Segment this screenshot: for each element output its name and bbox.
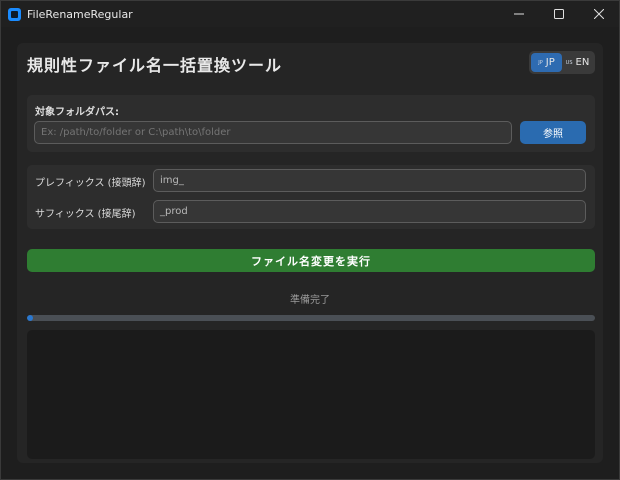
jp-flag-icon: JP: [538, 59, 543, 66]
maximize-icon: [554, 9, 564, 19]
prefix-input[interactable]: img_: [153, 169, 586, 192]
minimize-icon: [514, 13, 524, 15]
log-output[interactable]: [27, 330, 595, 459]
status-text: 準備完了: [290, 295, 330, 306]
app-window: FileRenameRegular 規則性ファイル名一括置換ツール JP JP …: [0, 0, 620, 480]
language-option-en[interactable]: US EN: [562, 53, 593, 72]
maximize-button[interactable]: [539, 1, 579, 27]
suffix-input[interactable]: _prod: [153, 200, 586, 223]
window-controls: [499, 1, 619, 27]
run-rename-button[interactable]: ファイル名変更を実行: [27, 249, 595, 272]
prefix-label: プレフィックス (接頭辞): [35, 178, 146, 189]
close-icon: [594, 9, 604, 19]
prefix-value: img_: [160, 175, 184, 186]
us-flag-icon: US: [565, 59, 573, 66]
app-icon: [8, 7, 21, 21]
suffix-value: _prod: [160, 206, 188, 217]
close-button[interactable]: [579, 1, 619, 27]
window-title: FileRenameRegular: [27, 7, 133, 21]
minimize-button[interactable]: [499, 1, 539, 27]
main-frame: 規則性ファイル名一括置換ツール JP JP US EN 対象フォルダパス: 参照…: [17, 43, 603, 463]
language-option-jp[interactable]: JP JP: [531, 53, 562, 72]
folder-path-label: 対象フォルダパス:: [35, 107, 119, 118]
language-option-label: EN: [575, 57, 590, 68]
page-title: 規則性ファイル名一括置換ツール: [27, 56, 283, 75]
progress-bar: [27, 315, 595, 321]
language-toggle: JP JP US EN: [529, 51, 595, 74]
title-bar[interactable]: FileRenameRegular: [1, 1, 619, 27]
browse-button[interactable]: 参照: [520, 121, 586, 144]
suffix-label: サフィックス (接尾辞): [35, 209, 136, 220]
folder-panel: 対象フォルダパス: 参照: [27, 95, 595, 152]
language-option-label: JP: [545, 57, 555, 68]
affix-panel: プレフィックス (接頭辞) img_ サフィックス (接尾辞) _prod: [27, 165, 595, 229]
progress-fill: [27, 315, 33, 321]
folder-path-input[interactable]: [34, 121, 512, 144]
